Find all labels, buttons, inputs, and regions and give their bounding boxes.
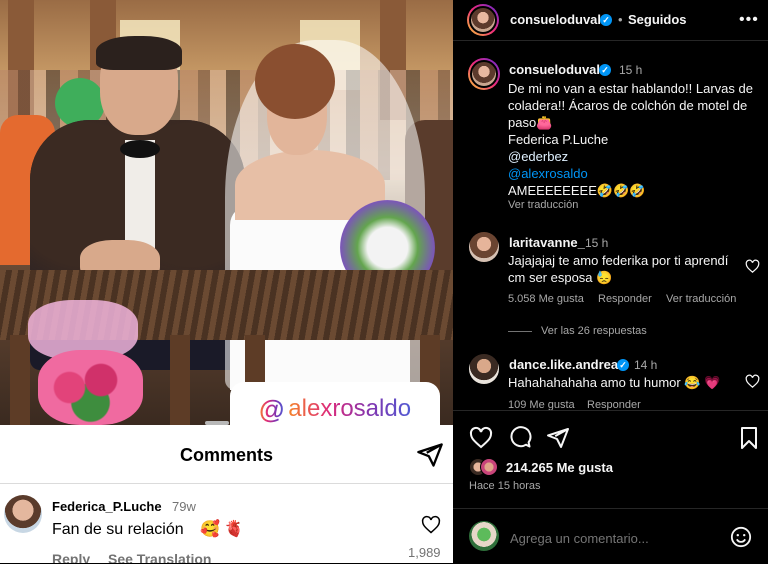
avatar[interactable] <box>470 60 498 88</box>
comments-column: consueloduval ✓ • Seguidos ••• consuelod… <box>453 0 768 563</box>
follow-status-button[interactable]: Seguidos <box>628 12 687 27</box>
heart-icon <box>421 515 441 534</box>
view-replies-button[interactable]: Ver las 26 respuestas <box>541 325 647 337</box>
comment-time: 15 h <box>585 236 609 250</box>
comment-username[interactable]: dance.like.andrea <box>509 357 618 372</box>
see-translation-link[interactable]: Ver traducción <box>666 293 736 305</box>
avatar <box>4 495 42 533</box>
comment-input[interactable] <box>508 527 722 549</box>
threads-icon: @ <box>258 393 285 424</box>
caption-line: paso👛 <box>508 115 553 130</box>
mention-link[interactable]: @ederbez <box>508 148 763 165</box>
caption-line: De mi no van a estar hablando!! Larvas d… <box>508 81 753 96</box>
like-count[interactable]: 214.265 Me gusta <box>506 460 613 475</box>
share-icon[interactable] <box>546 426 570 450</box>
comment-line: Jajajajaj te amo federika por ti aprendí <box>508 253 729 268</box>
comment-username: Federica_P.Luche <box>52 499 162 514</box>
heart-icon[interactable] <box>745 259 760 274</box>
reply-label: Reply <box>52 551 91 563</box>
reply-button[interactable]: Responder <box>598 293 652 305</box>
comment-username[interactable]: laritavanne_ <box>509 235 585 250</box>
comments-title: Comments <box>179 445 273 465</box>
caption-line: Federica P.Luche <box>508 132 609 147</box>
header-dot: • <box>618 12 623 27</box>
replies-divider <box>508 331 532 332</box>
drag-handle <box>205 421 229 425</box>
post-header: consueloduval ✓ • Seguidos ••• <box>453 0 768 41</box>
more-options-icon[interactable]: ••• <box>739 11 759 29</box>
see-translation-link[interactable]: Ver traducción <box>508 199 578 211</box>
avatar[interactable] <box>469 232 499 262</box>
comment-time: 79w <box>172 499 196 514</box>
comment-text: Jajajajaj te amo federika por ti aprendí… <box>508 252 748 286</box>
caption-line: AMEEEEEEEE🤣🤣🤣 <box>508 183 646 198</box>
send-icon <box>417 443 443 467</box>
avatar <box>469 521 499 551</box>
caption-username[interactable]: consueloduval <box>509 62 600 77</box>
mention-link[interactable]: @alexrosaldo <box>508 165 763 182</box>
threads-handle: alexrosaldo <box>288 395 412 422</box>
comment-emoji: 🥰 🫀 <box>200 521 245 538</box>
caption-text: De mi no van a estar hablando!! Larvas d… <box>508 80 763 199</box>
pink-bouquet <box>38 350 143 425</box>
heart-icon[interactable] <box>745 374 760 389</box>
see-translation-label: See Translation <box>108 551 212 563</box>
verified-icon: ✓ <box>600 14 612 26</box>
comment-text: Fan de su relación <box>52 521 184 538</box>
comment-text: Hahahahahaha amo tu humor 😂 💗 <box>508 375 721 390</box>
post-time[interactable]: Hace 15 horas <box>469 480 541 492</box>
screenshot-comments-panel: Comments Federica_P.Luche 79w Fan de su … <box>0 421 453 563</box>
comment-time: 14 h <box>634 358 658 372</box>
header-username[interactable]: consueloduval <box>510 12 601 27</box>
comment-line: cm ser esposa 😓 <box>508 270 613 285</box>
story-ring[interactable] <box>467 4 499 36</box>
verified-icon: ✓ <box>617 359 629 371</box>
caption-time: 15 h <box>619 63 643 77</box>
liker-avatar <box>480 458 498 476</box>
divider <box>0 483 453 484</box>
avatar[interactable] <box>469 354 499 384</box>
add-comment-bar <box>453 508 768 564</box>
comment-likes[interactable]: 5.058 Me gusta <box>508 293 584 305</box>
caption-story-ring[interactable] <box>468 58 500 90</box>
bookmark-icon[interactable] <box>737 426 761 450</box>
bench-leg <box>10 335 30 425</box>
comment-like-count: 1,989 <box>408 545 441 560</box>
verified-icon: ✓ <box>599 64 611 76</box>
emoji-icon[interactable] <box>730 526 752 548</box>
comment-icon[interactable] <box>508 426 532 450</box>
post-image[interactable]: @ alexrosaldo Comments Federica_P.Luche … <box>0 0 453 563</box>
bench-leg <box>170 335 190 425</box>
caption-line: coladera!! Ácaros de colchón de motel de <box>508 98 748 113</box>
avatar[interactable] <box>469 6 497 34</box>
like-heart-icon[interactable] <box>469 426 493 450</box>
